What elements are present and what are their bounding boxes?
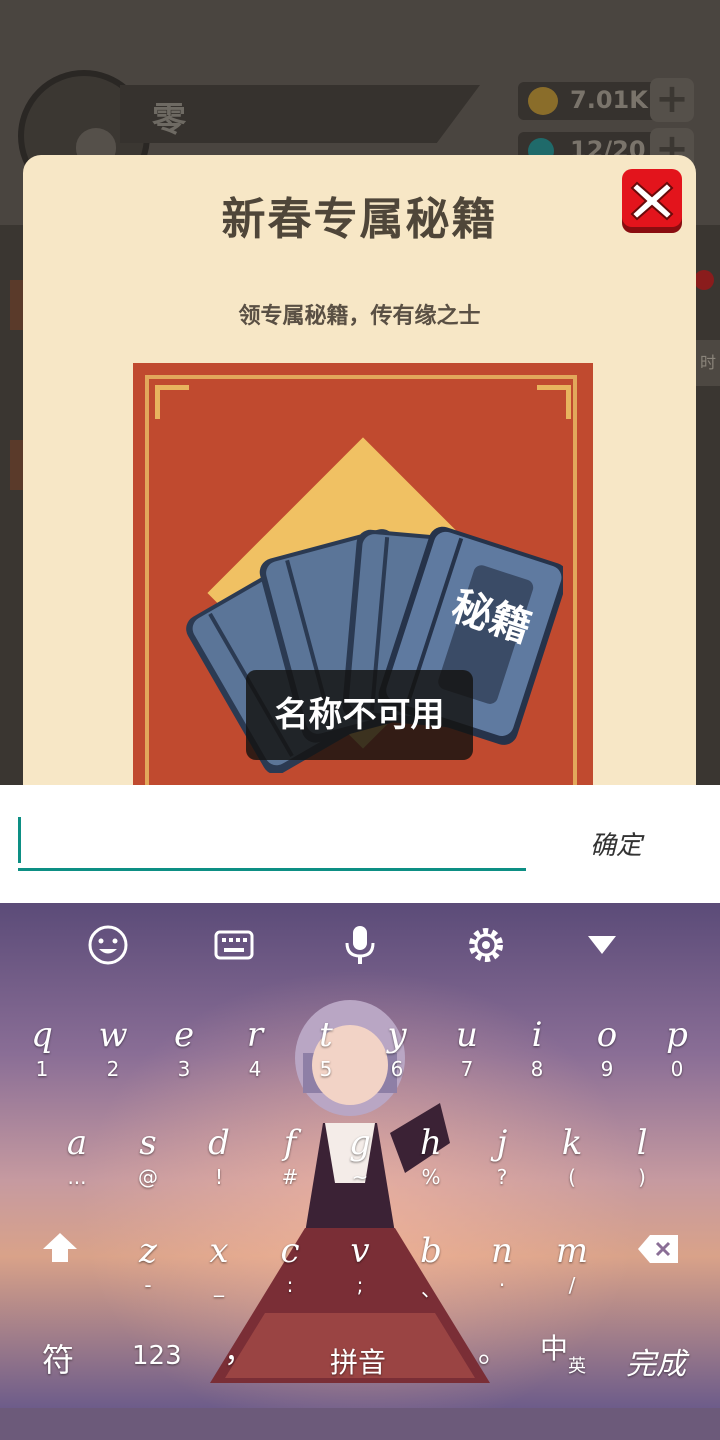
key-a[interactable]: a... — [42, 1121, 112, 1211]
key-g[interactable]: g ~ — [325, 1121, 395, 1211]
key-o[interactable]: o9 — [572, 1013, 642, 1103]
language-switch-key[interactable]: 中英 — [540, 1327, 586, 1377]
key-r[interactable]: r4 — [220, 1013, 290, 1103]
coin-icon — [528, 87, 558, 115]
soft-keyboard: q1 w2 e3 r4 t5 y6 u7 i8 o9 p0 a... s @ d!… — [0, 903, 720, 1408]
emoji-icon[interactable] — [86, 923, 130, 967]
numbers-key[interactable]: 123 — [132, 1341, 182, 1371]
confirm-button[interactable]: 确定 — [590, 825, 642, 862]
key-h[interactable]: h% — [396, 1121, 466, 1211]
symbols-key[interactable]: 符 — [42, 1335, 74, 1381]
backspace-icon[interactable] — [636, 1233, 680, 1265]
key-w[interactable]: w2 — [78, 1013, 148, 1103]
language-main: 中 — [540, 1332, 569, 1365]
key-c[interactable]: c: — [255, 1229, 325, 1319]
keyboard-icon[interactable] — [212, 923, 256, 967]
name-input-bar: 确定 — [0, 785, 720, 903]
key-f[interactable]: f # — [255, 1121, 325, 1211]
key-u[interactable]: u7 — [432, 1013, 502, 1103]
comma-key[interactable]: ， — [224, 1327, 254, 1371]
key-j[interactable]: j? — [467, 1121, 537, 1211]
coin-counter: 7.01K + — [518, 78, 694, 122]
key-p[interactable]: p0 — [642, 1013, 712, 1103]
side-button[interactable]: 时 — [696, 340, 720, 386]
period-key[interactable]: 。 — [478, 1327, 508, 1371]
key-y[interactable]: y6 — [362, 1013, 432, 1103]
text-cursor — [18, 817, 21, 863]
secret-book-dialog: 新春专属秘籍 领专属秘籍，传有缘之士 秘籍 名称不可用 — [23, 155, 696, 785]
key-l[interactable]: l) — [607, 1121, 677, 1211]
shift-key[interactable] — [40, 1231, 80, 1265]
key-n[interactable]: n · — [467, 1229, 537, 1319]
key-k[interactable]: k( — [537, 1121, 607, 1211]
key-x[interactable]: x _ — [184, 1229, 254, 1319]
key-i[interactable]: i8 — [502, 1013, 572, 1103]
side-decoration — [10, 440, 24, 490]
dialog-subtitle: 领专属秘籍，传有缘之士 — [238, 304, 481, 329]
key-t[interactable]: t5 — [291, 1013, 361, 1103]
space-key[interactable]: 拼音 — [330, 1341, 386, 1381]
key-d[interactable]: d! — [184, 1121, 254, 1211]
key-s[interactable]: s @ — [113, 1121, 183, 1211]
close-icon — [622, 169, 682, 233]
corner-ornament — [537, 385, 571, 419]
key-q[interactable]: q1 — [7, 1013, 77, 1103]
microphone-icon[interactable] — [338, 923, 382, 967]
key-z[interactable]: z- — [113, 1229, 183, 1319]
side-decoration — [10, 280, 24, 330]
collapse-keyboard-icon[interactable] — [580, 923, 624, 967]
navigation-bar — [0, 1408, 720, 1440]
settings-icon[interactable] — [464, 923, 508, 967]
dialog-title: 新春专属秘籍 — [221, 194, 498, 245]
done-key[interactable]: 完成 — [626, 1339, 686, 1383]
key-e[interactable]: e3 — [149, 1013, 219, 1103]
corner-ornament — [155, 385, 189, 419]
language-sub: 英 — [568, 1356, 587, 1377]
add-coins-button[interactable]: + — [650, 78, 694, 122]
player-name: 零 — [152, 100, 186, 140]
key-m[interactable]: m / — [537, 1229, 607, 1319]
close-button[interactable] — [620, 167, 684, 235]
coin-value: 7.01K — [570, 86, 648, 114]
name-input[interactable] — [18, 813, 526, 871]
key-b[interactable]: b、 — [396, 1229, 466, 1319]
error-toast: 名称不可用 — [246, 670, 473, 760]
notification-badge — [694, 270, 714, 290]
key-v[interactable]: v; — [325, 1229, 395, 1319]
